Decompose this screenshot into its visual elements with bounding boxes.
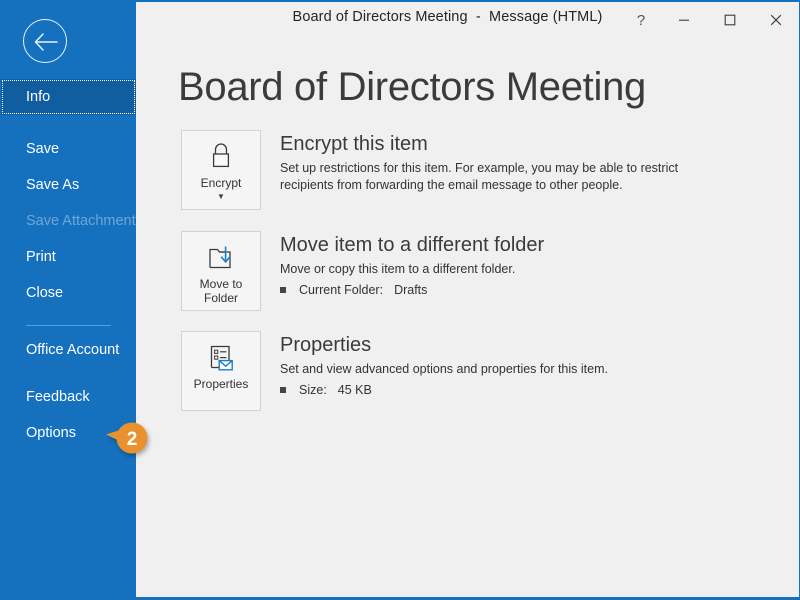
- sidebar-item-feedback[interactable]: Feedback: [1, 379, 136, 415]
- move-to-folder-button-label: Move to Folder: [199, 277, 243, 305]
- section-encrypt: Encrypt ▼ Encrypt this item Set up restr…: [181, 130, 779, 210]
- backstage-nav: Info Save Save As Save Attachments Print…: [1, 79, 143, 451]
- backstage-sidebar: Info Save Save As Save Attachments Print…: [1, 0, 143, 597]
- maximize-icon[interactable]: [707, 5, 753, 35]
- properties-icon: [205, 341, 237, 375]
- back-button[interactable]: [23, 19, 69, 65]
- sidebar-item-office-account[interactable]: Office Account: [1, 339, 136, 379]
- bullet-icon: [280, 387, 286, 393]
- backstage-content: Board of Directors Meeting Encrypt ▼ Enc…: [136, 34, 799, 597]
- property-row-current-folder: Current Folder: Drafts: [280, 283, 779, 297]
- sidebar-item-label: Office Account: [26, 342, 120, 358]
- help-icon[interactable]: ?: [621, 5, 661, 35]
- bullet-icon: [280, 287, 286, 293]
- sidebar-item-label: Save Attachments: [26, 213, 143, 229]
- property-label: Current Folder:: [299, 283, 384, 297]
- properties-text: Properties Set and view advanced options…: [280, 331, 779, 397]
- chevron-down-icon[interactable]: ▼: [217, 193, 225, 201]
- properties-heading: Properties: [280, 334, 372, 356]
- minimize-icon[interactable]: [661, 5, 707, 35]
- properties-button[interactable]: Properties: [181, 331, 261, 411]
- sidebar-item-label: Print: [26, 249, 56, 265]
- property-value: 45 KB: [337, 383, 372, 397]
- sidebar-item-label: Save: [26, 141, 60, 157]
- encrypt-text: Encrypt this item Set up restrictions fo…: [280, 130, 779, 194]
- properties-description: Set and view advanced options and proper…: [280, 362, 608, 376]
- sidebar-item-print[interactable]: Print: [1, 239, 136, 275]
- section-properties: Properties Properties Set and view advan…: [181, 331, 779, 411]
- callout-number: 2: [127, 429, 138, 450]
- move-to-folder-description: Move or copy this item to a different fo…: [280, 262, 516, 276]
- encrypt-heading: Encrypt this item: [280, 133, 428, 155]
- sidebar-divider: [26, 325, 111, 326]
- property-row-size: Size: 45 KB: [280, 383, 779, 397]
- move-to-folder-button[interactable]: Move to Folder: [181, 231, 261, 311]
- property-label: Size:: [299, 383, 327, 397]
- sidebar-item-label: Feedback: [26, 389, 90, 405]
- properties-button-label: Properties: [193, 377, 249, 391]
- move-to-folder-icon: [205, 241, 237, 275]
- sidebar-item-close[interactable]: Close: [1, 275, 136, 311]
- sidebar-item-info[interactable]: Info: [1, 79, 136, 115]
- close-icon[interactable]: [753, 5, 799, 35]
- sidebar-item-label: Save As: [26, 177, 80, 193]
- window-controls: ?: [621, 4, 799, 36]
- lock-icon: [206, 140, 236, 174]
- sidebar-item-save-attachments: Save Attachments: [1, 203, 143, 239]
- property-value: Drafts: [394, 283, 428, 297]
- sidebar-item-label: Close: [26, 285, 64, 301]
- encrypt-button[interactable]: Encrypt ▼: [181, 130, 261, 210]
- back-arrow-icon: [23, 19, 67, 63]
- outlook-backstage-window: Info Save Save As Save Attachments Print…: [0, 0, 800, 600]
- page-title: Board of Directors Meeting: [178, 65, 646, 109]
- sidebar-item-save-as[interactable]: Save As: [1, 167, 136, 203]
- title-bar: Board of Directors Meeting - Message (HT…: [136, 0, 799, 34]
- section-move-to-folder: Move to Folder Move item to a different …: [181, 231, 779, 311]
- help-glyph: ?: [636, 11, 646, 29]
- encrypt-button-label: Encrypt: [200, 176, 242, 190]
- move-to-folder-text: Move item to a different folder Move or …: [280, 231, 779, 297]
- encrypt-description: Set up restrictions for this item. For e…: [280, 161, 679, 192]
- sidebar-item-label: Info: [26, 89, 51, 105]
- callout-badge-2: 2: [106, 418, 154, 466]
- sidebar-item-save[interactable]: Save: [1, 131, 136, 167]
- sidebar-item-label: Options: [26, 425, 76, 441]
- move-to-folder-heading: Move item to a different folder: [280, 234, 545, 256]
